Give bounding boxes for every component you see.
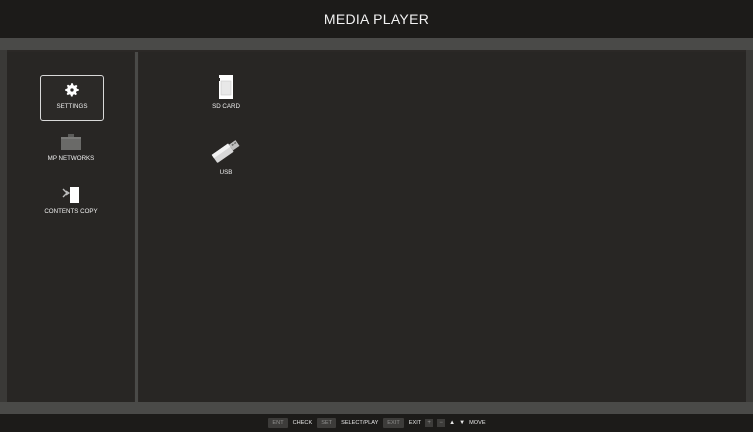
exit-action: EXIT <box>408 420 422 426</box>
sidebar: SETTINGS MP NETWORKS CONTENTS COPY <box>7 52 134 402</box>
set-action: SELECT/PLAY <box>341 420 379 426</box>
title-bar: MEDIA PLAYER <box>0 0 753 38</box>
drive-label: USB <box>219 169 233 176</box>
exit-key: EXIT <box>383 418 404 428</box>
ent-key: ENT <box>268 418 288 428</box>
sidebar-item-label: CONTENTS COPY <box>44 208 98 215</box>
minus-key: − <box>437 419 446 427</box>
set-key: SET <box>317 418 337 428</box>
sd-card-icon <box>218 75 233 99</box>
left-edge <box>0 50 7 402</box>
network-folder-icon <box>61 134 81 150</box>
ent-action: CHECK <box>292 420 313 426</box>
gear-icon <box>65 83 79 97</box>
down-arrow-icon: ▼ <box>459 420 466 426</box>
app-title: MEDIA PLAYER <box>323 11 430 27</box>
sidebar-item-label: SETTINGS <box>56 103 88 110</box>
file-browser: SD CARD USB <box>139 52 746 402</box>
bottom-strip <box>0 402 753 414</box>
sidebar-item-label: MP NETWORKS <box>47 155 95 162</box>
plus-key: + <box>425 419 434 427</box>
move-action: MOVE <box>469 420 486 426</box>
drive-sd-card[interactable]: SD CARD <box>201 74 251 110</box>
usb-icon <box>211 140 240 163</box>
sidebar-divider <box>135 52 138 402</box>
sidebar-item-settings[interactable]: SETTINGS <box>40 75 104 121</box>
sidebar-item-mp-networks[interactable]: MP NETWORKS <box>40 130 102 170</box>
up-arrow-icon: ▲ <box>449 420 456 426</box>
sidebar-item-contents-copy[interactable]: CONTENTS COPY <box>40 183 102 223</box>
key-guide: ENT CHECK SET SELECT/PLAY EXIT EXIT + − … <box>0 414 753 432</box>
copy-icon <box>62 187 79 203</box>
top-strip <box>0 38 753 50</box>
drive-label: SD CARD <box>212 103 240 110</box>
right-edge <box>746 50 753 402</box>
drive-usb[interactable]: USB <box>201 136 251 176</box>
